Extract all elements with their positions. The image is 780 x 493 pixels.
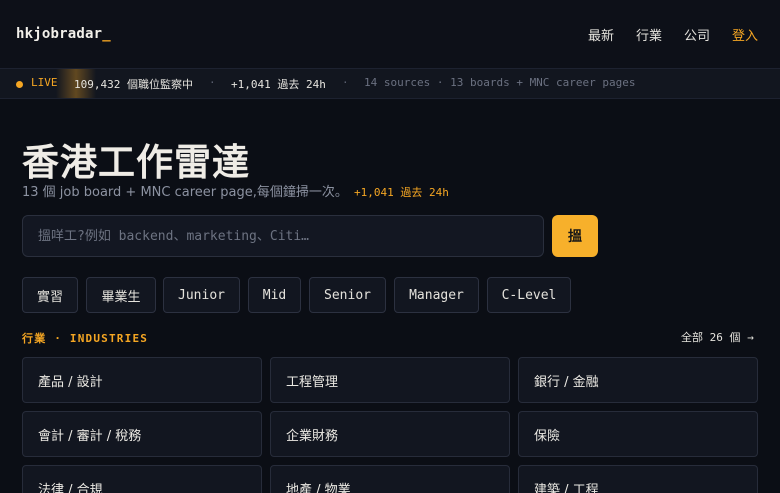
level-chip-senior[interactable]: Senior (309, 277, 386, 313)
level-chip-graduate[interactable]: 畢業生 (86, 277, 156, 313)
login-link[interactable]: 登入 (732, 25, 758, 44)
ticker-separator: · (342, 76, 349, 89)
level-chip-intern[interactable]: 實習 (22, 277, 78, 313)
sources-summary: 14 sources · 13 boards + MNC career page… (364, 76, 636, 89)
jobs-monitored-count: 109,432 個職位監察中 (74, 78, 193, 91)
subtitle-24h-delta: +1,041 過去 24h (354, 186, 449, 199)
search-input[interactable] (22, 215, 544, 257)
jobs-24h-delta: +1,041 過去 24h (231, 78, 326, 91)
logo[interactable]: hkjobradar_ (16, 26, 111, 42)
live-ticker: LIVE 109,432 個職位監察中 · +1,041 過去 24h · 14… (0, 68, 780, 99)
logo-cursor: _ (102, 26, 111, 42)
industry-card[interactable]: 工程管理 (270, 357, 510, 403)
all-industries-link[interactable]: 全部 26 個 → (681, 329, 754, 345)
nav-companies[interactable]: 公司 (684, 25, 710, 44)
ticker-separator: · (209, 76, 216, 89)
nav-latest[interactable]: 最新 (588, 25, 614, 44)
search-button[interactable]: 搵 (552, 215, 598, 257)
nav-industries[interactable]: 行業 (636, 25, 662, 44)
live-dot-icon (16, 81, 23, 88)
level-chip-manager[interactable]: Manager (394, 277, 479, 313)
industry-card[interactable]: 企業財務 (270, 411, 510, 457)
industry-card[interactable]: 保險 (518, 411, 758, 457)
level-chip-mid[interactable]: Mid (248, 277, 301, 313)
page-subtitle: 13 個 job board + MNC career page,每個鐘掃一次。 (22, 185, 348, 200)
live-label: LIVE (31, 76, 58, 89)
industry-card[interactable]: 產品 / 設計 (22, 357, 262, 403)
industry-card[interactable]: 地產 / 物業 (270, 465, 510, 493)
level-chip-c-level[interactable]: C-Level (487, 277, 571, 313)
industries-heading: 行業 · INDUSTRIES (22, 332, 149, 345)
industry-card[interactable]: 銀行 / 金融 (518, 357, 758, 403)
page-title: 香港工作雷達 (22, 141, 250, 184)
industry-card[interactable]: 建築 / 工程 (518, 465, 758, 493)
level-chip-junior[interactable]: Junior (163, 277, 240, 313)
logo-text: hkjobradar (16, 26, 103, 42)
industry-card[interactable]: 法律 / 合規 (22, 465, 262, 493)
top-nav: hkjobradar_ 最新 行業 公司 登入 (0, 0, 780, 68)
industry-card[interactable]: 會計 / 審計 / 稅務 (22, 411, 262, 457)
